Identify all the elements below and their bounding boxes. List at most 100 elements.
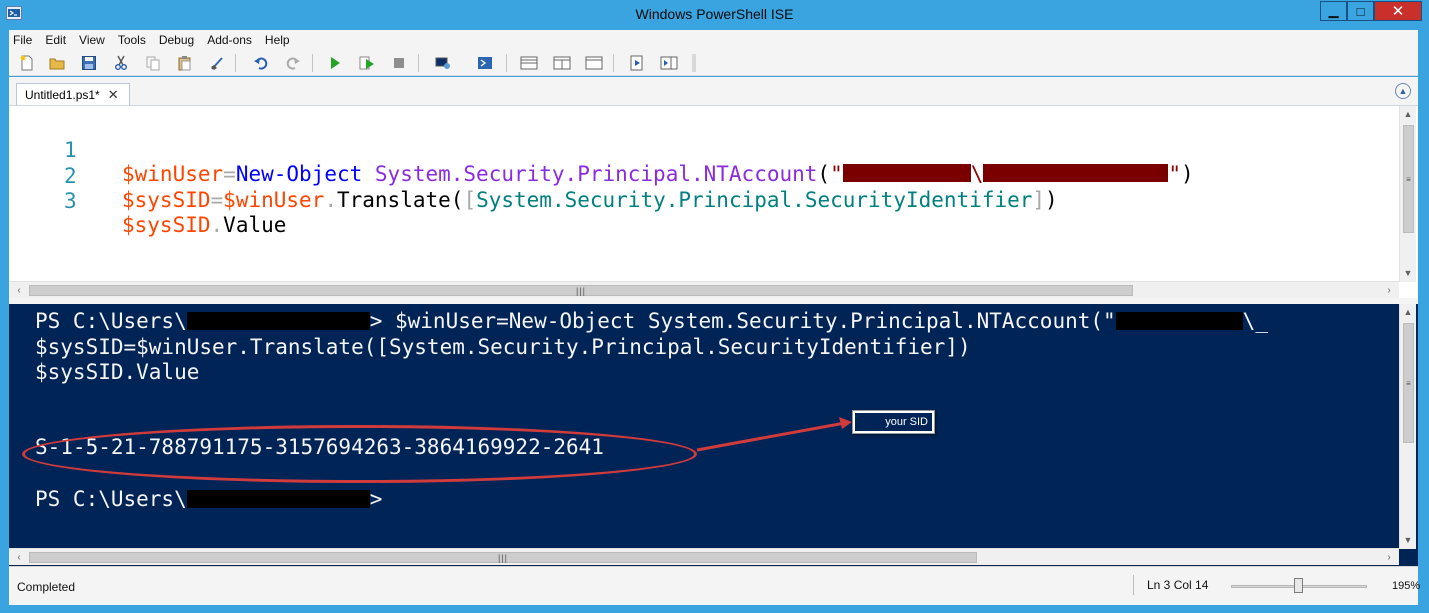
code-token: New-Object bbox=[235, 162, 363, 186]
code-token: ( bbox=[450, 188, 464, 212]
redacted-account-text bbox=[983, 164, 1169, 182]
scroll-up-arrow-icon[interactable]: ▲ bbox=[1400, 304, 1416, 320]
clear-console-icon[interactable] bbox=[207, 53, 227, 73]
code-token: . bbox=[324, 188, 337, 212]
scroll-thumb[interactable]: ||| bbox=[29, 285, 1133, 296]
scroll-right-arrow-icon[interactable]: › bbox=[1381, 282, 1397, 298]
toolbar bbox=[9, 50, 1418, 76]
menu-bar: File Edit View Tools Debug Add-ons Help bbox=[9, 30, 1418, 50]
status-bar: Completed Ln 3 Col 14 195% bbox=[9, 566, 1421, 605]
script-code: $sysSID=$winUser.Translate([System.Secur… bbox=[122, 188, 1058, 212]
code-token: System.Security.Principal.SecurityIdenti… bbox=[476, 188, 1033, 212]
menu-file[interactable]: File bbox=[13, 33, 32, 47]
toolbar-separator bbox=[418, 54, 419, 72]
toolbar-separator bbox=[506, 54, 507, 72]
stop-icon[interactable] bbox=[389, 53, 409, 73]
menu-view[interactable]: View bbox=[79, 33, 105, 47]
collapse-script-pane-icon[interactable]: ▲ bbox=[1395, 83, 1411, 99]
scroll-up-arrow-icon[interactable]: ▲ bbox=[1400, 106, 1416, 122]
new-remote-tab-icon[interactable] bbox=[433, 53, 453, 73]
menu-debug[interactable]: Debug bbox=[159, 33, 194, 47]
tab-label: Untitled1.ps1* bbox=[25, 87, 100, 102]
toolbar-separator bbox=[312, 54, 313, 72]
code-token: Value bbox=[223, 213, 287, 237]
scroll-thumb[interactable]: ≡ bbox=[1403, 125, 1414, 233]
code-token: \ bbox=[970, 162, 984, 186]
code-token: ) bbox=[1045, 188, 1058, 212]
script-line: 1 $winUser=New-Object System.Security.Pr… bbox=[9, 114, 1194, 186]
run-script-icon[interactable] bbox=[325, 53, 345, 73]
code-token: " bbox=[830, 162, 843, 186]
console-pane[interactable]: PS C:\Users\ > $winUser=New-Object System… bbox=[9, 304, 1418, 566]
scroll-right-arrow-icon[interactable]: › bbox=[1381, 549, 1397, 565]
tab-close-icon[interactable]: ✕ bbox=[108, 87, 119, 103]
redacted-account-text bbox=[842, 164, 971, 182]
code-token: ( bbox=[817, 162, 831, 186]
scroll-left-arrow-icon[interactable]: ‹ bbox=[11, 549, 27, 565]
script-vertical-scrollbar[interactable]: ▲ ≡ ▼ bbox=[1399, 106, 1416, 282]
open-folder-icon[interactable] bbox=[47, 53, 67, 73]
line-number: 3 bbox=[64, 189, 77, 213]
cursor-position: Ln 3 Col 14 bbox=[1147, 578, 1209, 592]
annotation-arrow-icon bbox=[696, 417, 852, 452]
callout-label: your SID bbox=[855, 413, 932, 431]
code-token: Translate bbox=[336, 188, 451, 212]
maximize-button[interactable]: □ bbox=[1347, 1, 1374, 21]
redo-icon[interactable] bbox=[283, 53, 303, 73]
scroll-down-arrow-icon[interactable]: ▼ bbox=[1400, 265, 1416, 281]
scroll-thumb[interactable]: ≡ bbox=[1403, 323, 1414, 443]
toolbar-grip[interactable] bbox=[692, 54, 696, 72]
copy-icon[interactable] bbox=[143, 53, 163, 73]
console-vertical-scrollbar[interactable]: ▲ ≡ ▼ bbox=[1399, 304, 1416, 549]
script-horizontal-scrollbar[interactable]: ‹ ||| › bbox=[9, 281, 1399, 298]
code-token: ] bbox=[1032, 188, 1046, 212]
paste-icon[interactable] bbox=[175, 53, 195, 73]
code-token: . bbox=[210, 213, 224, 237]
show-command-addon-icon[interactable] bbox=[659, 53, 679, 73]
code-token: $winUser bbox=[122, 162, 224, 186]
status-separator bbox=[1133, 575, 1134, 595]
new-file-icon[interactable] bbox=[17, 53, 37, 73]
code-token: $sysSID bbox=[122, 213, 211, 237]
show-script-maximized-icon[interactable] bbox=[584, 53, 604, 73]
show-script-top-icon[interactable] bbox=[519, 53, 539, 73]
scroll-down-arrow-icon[interactable]: ▼ bbox=[1400, 532, 1416, 548]
code-token: ) bbox=[1181, 162, 1194, 186]
show-command-window-icon[interactable] bbox=[627, 53, 647, 73]
menu-edit[interactable]: Edit bbox=[45, 33, 66, 47]
script-code: $winUser=New-Object System.Security.Prin… bbox=[122, 162, 1194, 186]
cut-icon[interactable] bbox=[111, 53, 131, 73]
zoom-level: 195% bbox=[1392, 580, 1421, 592]
code-token: $winUser bbox=[223, 188, 325, 212]
menu-help[interactable]: Help bbox=[265, 33, 290, 47]
powershell-ise-window: Windows PowerShell ISE ▁ □ ✕ File Edit V… bbox=[0, 0, 1429, 613]
scroll-thumb[interactable]: ||| bbox=[29, 552, 977, 563]
toolbar-separator bbox=[235, 54, 236, 72]
code-token: $sysSID bbox=[122, 188, 211, 212]
script-code: $sysSID.Value bbox=[122, 213, 286, 237]
window-title: Windows PowerShell ISE bbox=[635, 6, 794, 22]
run-selection-icon[interactable] bbox=[357, 53, 377, 73]
close-window-button[interactable]: ✕ bbox=[1374, 1, 1422, 21]
script-line: 2 $sysSID=$winUser.Translate([System.Sec… bbox=[9, 140, 1058, 212]
title-bar[interactable]: Windows PowerShell ISE ▁ □ ✕ bbox=[0, 0, 1429, 30]
code-token: System.Security.Principal.NTAccount bbox=[374, 162, 818, 186]
minimize-button[interactable]: ▁ bbox=[1320, 1, 1347, 21]
status-text: Completed bbox=[17, 580, 76, 594]
menu-add-ons[interactable]: Add-ons bbox=[207, 33, 252, 47]
code-token: [ bbox=[463, 188, 477, 212]
menu-tools[interactable]: Tools bbox=[118, 33, 146, 47]
undo-icon[interactable] bbox=[251, 53, 271, 73]
code-token: = bbox=[210, 188, 224, 212]
your-sid-callout: your SID bbox=[852, 410, 935, 434]
console-horizontal-scrollbar[interactable]: ‹ ||| › bbox=[9, 548, 1399, 565]
tab-untitled1[interactable]: Untitled1.ps1* ✕ bbox=[16, 83, 130, 105]
scroll-left-arrow-icon[interactable]: ‹ bbox=[11, 282, 27, 298]
code-token: = bbox=[223, 162, 236, 186]
start-powershell-icon[interactable] bbox=[475, 53, 495, 73]
save-icon[interactable] bbox=[79, 53, 99, 73]
zoom-slider-thumb[interactable] bbox=[1293, 578, 1303, 593]
script-editor[interactable]: 1 $winUser=New-Object System.Security.Pr… bbox=[9, 105, 1418, 298]
show-script-right-icon[interactable] bbox=[552, 53, 572, 73]
